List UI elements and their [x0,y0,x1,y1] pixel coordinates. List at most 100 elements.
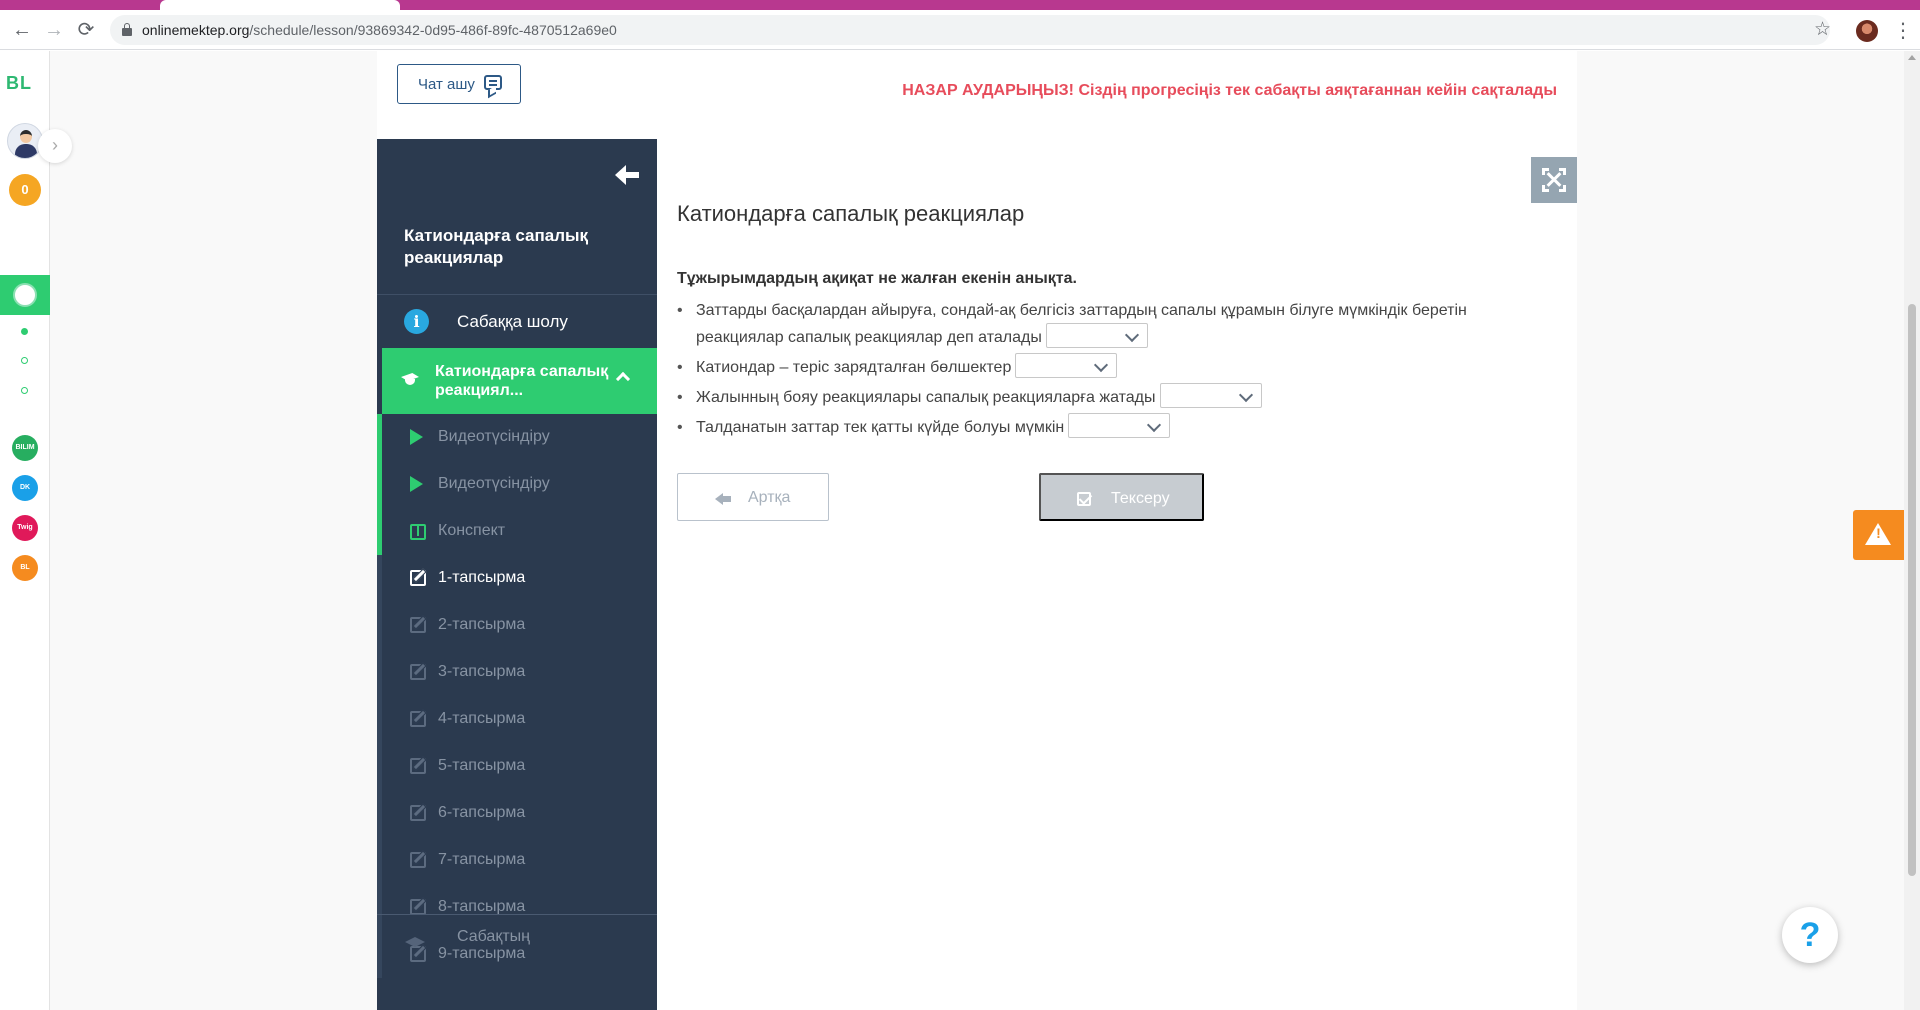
sidebar-item-label: Сабаққа шолу [457,312,568,331]
edit-icon [410,711,426,727]
sidebar-item-overview[interactable]: i Сабаққа шолу [377,295,657,348]
info-icon: i [404,309,429,334]
scrollbar-thumb[interactable] [1908,304,1916,876]
help-question-icon[interactable]: ? [1782,907,1838,963]
sidebar-section-label: Катиондарға сапалық реакциял... [435,363,609,399]
page-scrollbar[interactable] [1904,51,1920,1010]
sidebar-item-label: 1-тапсырма [438,569,526,586]
rail-dot-active[interactable] [21,328,28,335]
task-instruction: Тұжырымдардың ақиқат не жалған екенін ан… [677,270,1077,287]
sidebar-section-lesson[interactable]: Катиондарға сапалық реакциял... [382,348,657,414]
sidebar-item-task-4[interactable]: 4-тапсырма [377,696,657,743]
sidebar-item-notes[interactable]: Конспект [377,508,657,555]
sidebar-item-task-7[interactable]: 7-тапсырма [377,837,657,884]
fullscreen-expand-button[interactable] [1531,157,1577,203]
sidebar-item-task-2[interactable]: 2-тапсырма [377,602,657,649]
sidebar-item-label: 7-тапсырма [438,851,526,868]
collapse-sidebar-arrow-icon[interactable] [615,165,641,185]
book-icon [410,524,426,540]
check-button-label: Тексеру [1111,490,1170,507]
sidebar-item-label: 5-тапсырма [438,757,526,774]
browser-tabstrip [0,0,1920,10]
back-arrow-icon[interactable]: ← [10,18,34,42]
report-problem-button[interactable]: ! [1853,510,1904,560]
true-false-dropdown[interactable] [1015,353,1118,379]
true-false-dropdown[interactable] [1159,383,1262,409]
sidebar-item-label: 4-тапсырма [438,710,526,727]
statement-text: Жалынның бояу реакциялары сапалық реакци… [696,389,1156,406]
twig-icon[interactable]: Twig [12,515,38,541]
sidebar-item-label: 2-тапсырма [438,616,526,633]
statement-item: Талданатын заттар тек қатты күйде болуы … [677,413,1557,441]
sidebar-item-label: Видеотүсіндіру [438,475,550,492]
edit-icon [410,899,426,915]
rail-expand-chevron-icon[interactable]: › [38,129,72,163]
sidebar-item-task-6[interactable]: 6-тапсырма [377,790,657,837]
true-false-dropdown[interactable] [1045,323,1148,349]
open-chat-label: Чат ашу [418,76,475,93]
bilimland-icon[interactable]: BILIM [12,435,38,461]
rail-dot[interactable] [21,387,28,394]
page-viewport: BL 0 BILIM DK Twig BL › Чат ашу НАЗАР АУ… [0,51,1904,1010]
edit-icon [410,852,426,868]
online-mektep-icon[interactable] [0,275,50,315]
profile-avatar[interactable] [1856,20,1878,42]
browser-menu-icon[interactable]: ⋮ [1893,19,1913,43]
sidebar-item-task-1[interactable]: 1-тапсырма [377,555,657,602]
sidebar-item-task-5[interactable]: 5-тапсырма [377,743,657,790]
sidebar-item-label: Видеотүсіндіру [438,428,550,445]
statement-item: Катиондар – теріс зарядталған бөлшектер [677,353,1557,381]
back-button[interactable]: Артқа [677,473,829,521]
back-button-label: Артқа [748,489,791,506]
play-icon [410,429,426,445]
statement-text: Талданатын заттар тек қатты күйде болуы … [696,419,1065,436]
checkbox-icon [1077,492,1091,506]
sidebar-item-label: 6-тапсырма [438,804,526,821]
lock-icon [122,23,132,36]
browser-toolbar: ← → ⟳ onlinemektep.org/schedule/lesson/9… [0,10,1920,50]
statement-item: Жалынның бояу реакциялары сапалық реакци… [677,383,1557,411]
rail-dot[interactable] [21,357,28,364]
statement-item: Заттарды басқалардан айыруға, сондай-ақ … [677,297,1557,351]
arrow-left-icon [715,493,731,505]
sidebar-item-summary[interactable]: Сабақтың [377,914,657,974]
address-bar[interactable]: onlinemektep.org/schedule/lesson/9386934… [110,15,1830,45]
check-button[interactable]: Тексеру [1039,473,1204,521]
app-rail: BL 0 BILIM DK Twig BL [0,51,50,1010]
open-chat-button[interactable]: Чат ашу [397,64,521,104]
sidebar-item-label: Сабақтың [457,928,530,945]
lesson-content: Чат ашу НАЗАР АУДАРЫҢЫЗ! Сіздің прогресі… [377,51,1577,1010]
coins-badge[interactable]: 0 [9,174,41,206]
bookmark-star-icon[interactable]: ☆ [1814,18,1831,42]
bl-logo[interactable]: BL [6,73,32,94]
reload-icon[interactable]: ⟳ [74,18,98,42]
edit-icon [410,664,426,680]
statement-text: Катиондар – теріс зарядталған бөлшектер [696,359,1012,376]
sidebar-item-video-1[interactable]: Видеотүсіндіру [377,414,657,461]
edit-icon [410,617,426,633]
play-icon [410,476,426,492]
sidebar-item-label: Конспект [438,522,506,539]
true-false-dropdown[interactable] [1068,413,1171,439]
daryn-icon[interactable]: DK [12,475,38,501]
statement-list: Заттарды басқалардан айыруға, сондай-ақ … [677,297,1557,444]
sidebar-item-label: 3-тапсырма [438,663,526,680]
edit-icon [410,758,426,774]
sidebar-item-task-3[interactable]: 3-тапсырма [377,649,657,696]
forward-arrow-icon[interactable]: → [42,18,66,42]
lesson-title: Катиондарға сапалық реакциялар [404,226,589,267]
warning-exclamation: ! [1876,525,1881,541]
lesson-sidebar: Катиондарға сапалық реакциялар i Сабаққа… [377,139,657,1010]
sidebar-item-video-2[interactable]: Видеотүсіндіру [377,461,657,508]
browser-active-tab[interactable] [160,0,400,10]
edit-icon [410,570,426,586]
graduation-cap-icon [405,937,425,947]
chat-icon [484,75,502,90]
task-title: Катиондарға сапалық реакциялар [677,201,1025,226]
sidebar-items: Видеотүсіндіру Видеотүсіндіру Конспект 1… [377,414,657,978]
chevron-up-icon[interactable] [615,371,631,387]
bilimland-orange-icon[interactable]: BL [12,555,38,581]
url-text: onlinemektep.org/schedule/lesson/9386934… [142,22,617,38]
edit-icon [410,805,426,821]
scroll-up-arrow-icon[interactable] [1908,55,1916,60]
